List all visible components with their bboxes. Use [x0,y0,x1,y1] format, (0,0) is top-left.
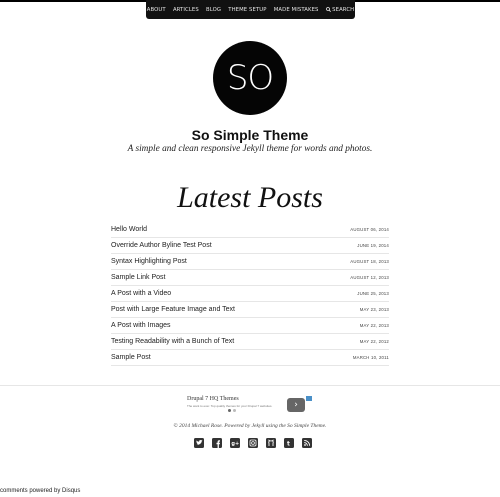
post-link[interactable]: Sample Link Post [111,274,165,281]
ad-banner[interactable]: Drupal 7 HQ Themes The want to ever. Top… [187,396,313,414]
github-icon[interactable] [266,438,276,448]
nav-search-label: SEARCH [332,6,355,13]
search-icon [325,7,331,12]
social-links: g+ t [194,438,312,448]
list-item: Testing Readability with a Bunch of Text… [111,334,389,350]
list-item: A Post with Images MAY 22, 2013 [111,318,389,334]
post-link[interactable]: Hello World [111,226,147,233]
post-date: AUGUST 06, 2014 [350,227,389,232]
facebook-icon[interactable] [212,438,222,448]
svg-text:t: t [287,441,290,448]
site-logo[interactable]: SO [213,41,287,115]
rss-icon[interactable] [302,438,312,448]
list-item: Sample Link Post AUGUST 12, 2013 [111,270,389,286]
list-item: A Post with a Video JUNE 25, 2013 [111,286,389,302]
ad-pager-dot[interactable] [228,409,231,412]
post-date: AUGUST 12, 2013 [350,275,389,280]
nav-search[interactable]: SEARCH [322,7,358,13]
post-date: AUGUST 18, 2013 [350,259,389,264]
post-date: MAY 22, 2013 [359,323,389,328]
list-item: Post with Large Feature Image and Text M… [111,302,389,318]
disqus-link[interactable]: comments powered by Disqus [0,488,80,494]
post-link[interactable]: Post with Large Feature Image and Text [111,306,235,313]
post-link[interactable]: Override Author Byline Test Post [111,242,212,249]
list-item: Override Author Byline Test Post JUNE 19… [111,238,389,254]
post-link[interactable]: Sample Post [111,354,151,361]
logo-text: SO [226,58,274,98]
copyright: © 2014 Michael Rose. Powered by Jekyll u… [173,423,327,429]
post-link[interactable]: A Post with a Video [111,290,171,297]
list-item: Sample Post MARCH 10, 2011 [111,350,389,366]
ad-pager [228,409,236,412]
ad-title[interactable]: Drupal 7 HQ Themes [187,396,239,402]
google-plus-icon[interactable]: g+ [230,438,240,448]
nav-articles[interactable]: ARTICLES [169,7,202,13]
post-date: JUNE 19, 2014 [357,243,389,248]
nav-blog[interactable]: BLOG [202,7,224,13]
twitter-icon[interactable] [194,438,204,448]
main-nav: ABOUT ARTICLES BLOG THEME SETUP MADE MIS… [146,0,355,19]
post-date: MAY 23, 2013 [359,307,389,312]
page-title: Latest Posts [177,181,323,214]
post-date: MAY 22, 2012 [359,339,389,344]
instagram-icon[interactable] [248,438,258,448]
nav-made-mistakes[interactable]: MADE MISTAKES [270,7,322,13]
ad-text: The want to ever. Top quality themes for… [187,404,273,408]
nav-theme-setup[interactable]: THEME SETUP [225,7,270,13]
post-date: JUNE 25, 2013 [357,291,389,296]
site-title[interactable]: So Simple Theme [0,127,500,143]
post-link[interactable]: A Post with Images [111,322,171,329]
ad-choices-icon[interactable] [306,396,312,401]
post-link[interactable]: Testing Readability with a Bunch of Text [111,338,234,345]
footer-divider [0,385,500,386]
ad-next-button[interactable]: › [287,398,305,412]
ad-pager-dot[interactable] [233,409,236,412]
svg-text:g+: g+ [231,441,239,447]
site-description: A simple and clean responsive Jekyll the… [127,144,373,154]
nav-about[interactable]: ABOUT [143,7,169,13]
tumblr-icon[interactable]: t [284,438,294,448]
post-link[interactable]: Syntax Highlighting Post [111,258,187,265]
post-list: Hello World AUGUST 06, 2014 Override Aut… [111,222,389,366]
post-date: MARCH 10, 2011 [352,355,389,360]
list-item: Syntax Highlighting Post AUGUST 18, 2013 [111,254,389,270]
list-item: Hello World AUGUST 06, 2014 [111,222,389,238]
